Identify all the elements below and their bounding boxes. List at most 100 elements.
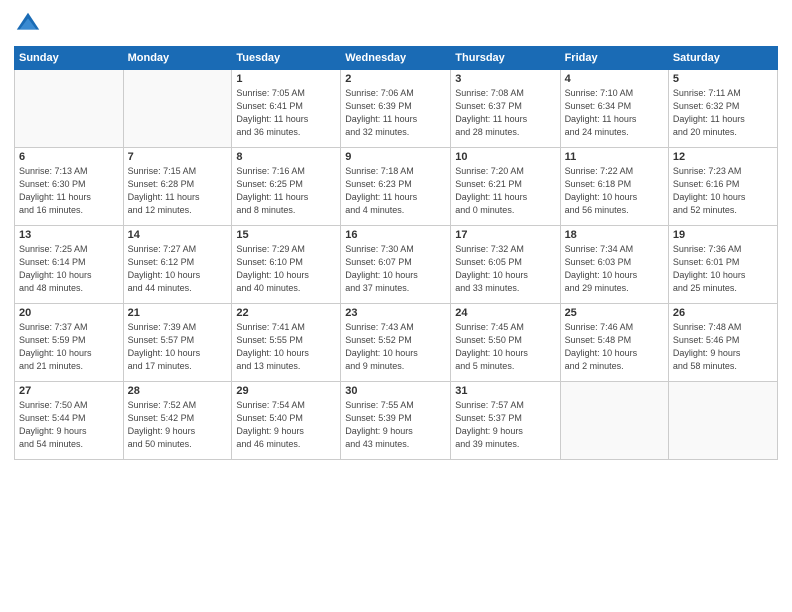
- day-number: 26: [673, 307, 773, 319]
- calendar-cell: 20 Sunrise: 7:37 AMSunset: 5:59 PMDayligh…: [15, 304, 124, 382]
- calendar-cell: [15, 70, 124, 148]
- day-header-sunday: Sunday: [15, 47, 124, 70]
- calendar-cell: 23 Sunrise: 7:43 AMSunset: 5:52 PMDayligh…: [341, 304, 451, 382]
- calendar-cell: 13 Sunrise: 7:25 AMSunset: 6:14 PMDayligh…: [15, 226, 124, 304]
- calendar-cell: 17 Sunrise: 7:32 AMSunset: 6:05 PMDayligh…: [451, 226, 560, 304]
- day-detail: Sunrise: 7:27 AMSunset: 6:12 PMDaylight:…: [128, 243, 228, 295]
- calendar-cell: 3 Sunrise: 7:08 AMSunset: 6:37 PMDaylight…: [451, 70, 560, 148]
- day-detail: Sunrise: 7:13 AMSunset: 6:30 PMDaylight:…: [19, 165, 119, 217]
- day-number: 19: [673, 229, 773, 241]
- day-number: 16: [345, 229, 446, 241]
- day-detail: Sunrise: 7:54 AMSunset: 5:40 PMDaylight:…: [236, 399, 336, 451]
- calendar-cell: 12 Sunrise: 7:23 AMSunset: 6:16 PMDayligh…: [668, 148, 777, 226]
- day-number: 12: [673, 151, 773, 163]
- calendar-cell: 15 Sunrise: 7:29 AMSunset: 6:10 PMDayligh…: [232, 226, 341, 304]
- day-detail: Sunrise: 7:20 AMSunset: 6:21 PMDaylight:…: [455, 165, 555, 217]
- calendar-cell: 31 Sunrise: 7:57 AMSunset: 5:37 PMDayligh…: [451, 382, 560, 460]
- week-row-3: 20 Sunrise: 7:37 AMSunset: 5:59 PMDayligh…: [15, 304, 778, 382]
- day-number: 4: [565, 73, 664, 85]
- day-detail: Sunrise: 7:36 AMSunset: 6:01 PMDaylight:…: [673, 243, 773, 295]
- day-detail: Sunrise: 7:46 AMSunset: 5:48 PMDaylight:…: [565, 321, 664, 373]
- day-number: 1: [236, 73, 336, 85]
- page: SundayMondayTuesdayWednesdayThursdayFrid…: [0, 0, 792, 612]
- day-detail: Sunrise: 7:23 AMSunset: 6:16 PMDaylight:…: [673, 165, 773, 217]
- calendar-cell: 25 Sunrise: 7:46 AMSunset: 5:48 PMDayligh…: [560, 304, 668, 382]
- calendar-cell: 24 Sunrise: 7:45 AMSunset: 5:50 PMDayligh…: [451, 304, 560, 382]
- calendar-cell: 7 Sunrise: 7:15 AMSunset: 6:28 PMDaylight…: [123, 148, 232, 226]
- day-number: 30: [345, 385, 446, 397]
- day-number: 21: [128, 307, 228, 319]
- day-number: 29: [236, 385, 336, 397]
- day-detail: Sunrise: 7:11 AMSunset: 6:32 PMDaylight:…: [673, 87, 773, 139]
- calendar-cell: [560, 382, 668, 460]
- day-number: 24: [455, 307, 555, 319]
- day-header-tuesday: Tuesday: [232, 47, 341, 70]
- day-number: 28: [128, 385, 228, 397]
- day-number: 22: [236, 307, 336, 319]
- calendar-cell: 21 Sunrise: 7:39 AMSunset: 5:57 PMDayligh…: [123, 304, 232, 382]
- calendar-cell: [668, 382, 777, 460]
- day-number: 23: [345, 307, 446, 319]
- calendar-cell: 8Sunrise: 7:16 AMSunset: 6:25 PMDaylight…: [232, 148, 341, 226]
- calendar-cell: 19 Sunrise: 7:36 AMSunset: 6:01 PMDayligh…: [668, 226, 777, 304]
- day-number: 17: [455, 229, 555, 241]
- week-row-0: 1 Sunrise: 7:05 AMSunset: 6:41 PMDaylight…: [15, 70, 778, 148]
- day-detail: Sunrise: 7:05 AMSunset: 6:41 PMDaylight:…: [236, 87, 336, 139]
- week-row-4: 27 Sunrise: 7:50 AMSunset: 5:44 PMDayligh…: [15, 382, 778, 460]
- day-detail: Sunrise: 7:37 AMSunset: 5:59 PMDaylight:…: [19, 321, 119, 373]
- calendar-table: SundayMondayTuesdayWednesdayThursdayFrid…: [14, 46, 778, 460]
- day-detail: Sunrise: 7:39 AMSunset: 5:57 PMDaylight:…: [128, 321, 228, 373]
- calendar-cell: 2 Sunrise: 7:06 AMSunset: 6:39 PMDaylight…: [341, 70, 451, 148]
- day-number: 18: [565, 229, 664, 241]
- header: [14, 10, 778, 38]
- day-detail: Sunrise: 7:25 AMSunset: 6:14 PMDaylight:…: [19, 243, 119, 295]
- day-detail: Sunrise: 7:43 AMSunset: 5:52 PMDaylight:…: [345, 321, 446, 373]
- calendar-cell: 9 Sunrise: 7:18 AMSunset: 6:23 PMDaylight…: [341, 148, 451, 226]
- day-detail: Sunrise: 7:57 AMSunset: 5:37 PMDaylight:…: [455, 399, 555, 451]
- calendar-cell: 5 Sunrise: 7:11 AMSunset: 6:32 PMDaylight…: [668, 70, 777, 148]
- logo-icon: [14, 10, 42, 38]
- day-number: 7: [128, 151, 228, 163]
- day-number: 14: [128, 229, 228, 241]
- day-number: 9: [345, 151, 446, 163]
- calendar-cell: 18 Sunrise: 7:34 AMSunset: 6:03 PMDayligh…: [560, 226, 668, 304]
- week-row-2: 13 Sunrise: 7:25 AMSunset: 6:14 PMDayligh…: [15, 226, 778, 304]
- day-detail: Sunrise: 7:18 AMSunset: 6:23 PMDaylight:…: [345, 165, 446, 217]
- calendar-cell: 28 Sunrise: 7:52 AMSunset: 5:42 PMDayligh…: [123, 382, 232, 460]
- day-number: 10: [455, 151, 555, 163]
- day-number: 3: [455, 73, 555, 85]
- day-number: 20: [19, 307, 119, 319]
- calendar-cell: 27 Sunrise: 7:50 AMSunset: 5:44 PMDayligh…: [15, 382, 124, 460]
- calendar-cell: 29 Sunrise: 7:54 AMSunset: 5:40 PMDayligh…: [232, 382, 341, 460]
- day-number: 6: [19, 151, 119, 163]
- calendar-cell: 26 Sunrise: 7:48 AMSunset: 5:46 PMDayligh…: [668, 304, 777, 382]
- day-header-friday: Friday: [560, 47, 668, 70]
- day-detail: Sunrise: 7:50 AMSunset: 5:44 PMDaylight:…: [19, 399, 119, 451]
- day-detail: Sunrise: 7:08 AMSunset: 6:37 PMDaylight:…: [455, 87, 555, 139]
- calendar-cell: 1 Sunrise: 7:05 AMSunset: 6:41 PMDaylight…: [232, 70, 341, 148]
- day-detail: Sunrise: 7:34 AMSunset: 6:03 PMDaylight:…: [565, 243, 664, 295]
- day-detail: Sunrise: 7:16 AMSunset: 6:25 PMDaylight:…: [236, 165, 336, 217]
- day-detail: Sunrise: 7:48 AMSunset: 5:46 PMDaylight:…: [673, 321, 773, 373]
- day-number: 27: [19, 385, 119, 397]
- day-header-saturday: Saturday: [668, 47, 777, 70]
- day-number: 2: [345, 73, 446, 85]
- day-number: 25: [565, 307, 664, 319]
- day-number: 15: [236, 229, 336, 241]
- day-detail: Sunrise: 7:29 AMSunset: 6:10 PMDaylight:…: [236, 243, 336, 295]
- day-detail: Sunrise: 7:10 AMSunset: 6:34 PMDaylight:…: [565, 87, 664, 139]
- calendar-cell: 10 Sunrise: 7:20 AMSunset: 6:21 PMDayligh…: [451, 148, 560, 226]
- header-row: SundayMondayTuesdayWednesdayThursdayFrid…: [15, 47, 778, 70]
- day-detail: Sunrise: 7:55 AMSunset: 5:39 PMDaylight:…: [345, 399, 446, 451]
- day-number: 5: [673, 73, 773, 85]
- day-detail: Sunrise: 7:06 AMSunset: 6:39 PMDaylight:…: [345, 87, 446, 139]
- calendar-cell: 4 Sunrise: 7:10 AMSunset: 6:34 PMDaylight…: [560, 70, 668, 148]
- day-detail: Sunrise: 7:15 AMSunset: 6:28 PMDaylight:…: [128, 165, 228, 217]
- week-row-1: 6 Sunrise: 7:13 AMSunset: 6:30 PMDaylight…: [15, 148, 778, 226]
- day-detail: Sunrise: 7:32 AMSunset: 6:05 PMDaylight:…: [455, 243, 555, 295]
- calendar-cell: 30 Sunrise: 7:55 AMSunset: 5:39 PMDayligh…: [341, 382, 451, 460]
- day-number: 13: [19, 229, 119, 241]
- day-detail: Sunrise: 7:52 AMSunset: 5:42 PMDaylight:…: [128, 399, 228, 451]
- day-number: 31: [455, 385, 555, 397]
- day-detail: Sunrise: 7:45 AMSunset: 5:50 PMDaylight:…: [455, 321, 555, 373]
